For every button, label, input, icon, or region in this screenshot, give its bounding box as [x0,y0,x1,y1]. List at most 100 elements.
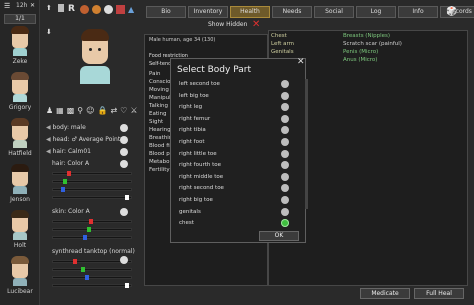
head-random-icon[interactable] [120,136,128,144]
slider-knob[interactable] [81,267,85,272]
dice-icon[interactable]: 🎲 [446,7,457,17]
basketball-icon[interactable] [92,5,101,14]
hair-blue-slider[interactable] [52,187,132,192]
colonist-portrait[interactable]: Holt [4,210,36,249]
mode-select[interactable]: 1/1 [4,14,36,24]
close-icon[interactable]: ✕ [297,57,305,67]
slider-knob[interactable] [85,275,89,280]
skin-random-icon[interactable] [120,208,128,216]
colonist-portrait[interactable]: Grigory [4,72,36,111]
user-icon[interactable]: ☺ [86,106,94,118]
body-part-option[interactable]: chest [179,220,194,226]
body-part-option[interactable]: right tibia [179,127,206,133]
pause-icon[interactable] [58,4,64,12]
person-icon[interactable]: ♟ [46,106,53,118]
tab-social[interactable]: Social [314,6,354,18]
slider-knob[interactable] [63,179,67,184]
scrollbar[interactable] [305,79,308,209]
body-part-option[interactable]: right leg [179,104,202,110]
skin-green-slider[interactable] [52,227,132,232]
radio-button[interactable] [281,138,289,146]
triangle-icon[interactable]: ▲ [128,5,134,14]
tab-inventory[interactable]: Inventory [188,6,228,18]
slider-knob[interactable] [89,219,93,224]
menu-icon[interactable]: ☰ [4,2,10,10]
body-part-option[interactable]: left big toe [179,93,209,99]
radio-button[interactable] [281,207,289,216]
full-heal-button[interactable]: Full Heal [414,288,464,299]
colonist-portrait[interactable]: Zeke [4,26,36,65]
show-hidden-label[interactable]: Show Hidden [208,21,247,28]
arrow-down-icon[interactable]: ⬇ [46,28,56,38]
skin-red-slider[interactable] [52,219,132,224]
medicate-button[interactable]: Medicate [360,288,410,299]
arrow-left-icon[interactable]: ◀ [46,136,51,143]
hediff-row[interactable]: Chest Breasts (Nipples) [271,33,467,41]
colonist-portrait[interactable]: Jenson [4,164,36,203]
ok-button[interactable]: OK [259,231,299,241]
body-random-icon[interactable] [120,124,128,132]
hair-red-slider[interactable] [52,171,132,176]
body-part-option[interactable]: right little toe [179,151,217,157]
radio-button[interactable] [281,103,289,112]
radio-button[interactable] [281,196,289,204]
body-part-option[interactable]: right middle toe [179,174,223,180]
tab-health[interactable]: Health [230,6,270,18]
slider-knob[interactable] [67,171,71,176]
hediff-row[interactable]: Left arm Scratch scar (painful) [271,41,467,49]
shirt-icon[interactable]: ▩ [67,106,75,118]
swap-icon[interactable]: ⇄ [110,106,117,118]
r-button[interactable]: R [68,4,75,14]
radio-button[interactable] [281,149,289,158]
radio-button[interactable] [281,219,289,228]
radio-button[interactable] [281,172,289,181]
tab-log[interactable]: Log [356,6,396,18]
grid-icon[interactable]: ▦ [56,106,64,118]
hair-alpha-slider[interactable] [52,195,132,200]
body-part-option[interactable]: left second toe [179,81,220,87]
slider-knob[interactable] [125,283,129,288]
radio-button[interactable] [281,114,289,123]
arrow-left-icon[interactable]: ◀ [46,124,51,131]
colonist-portrait[interactable]: Hatfield [4,118,36,157]
sword-icon[interactable]: ⚔ [130,106,137,118]
body-part-option[interactable]: genitals [179,209,201,215]
radio-button[interactable] [281,126,289,135]
slider-knob[interactable] [83,235,87,240]
close-red-icon[interactable]: ✕ [252,19,260,30]
hair-random-icon[interactable] [120,148,128,156]
body-part-option[interactable]: right second toe [179,185,224,191]
slider-knob[interactable] [61,187,65,192]
arrow-up-icon[interactable]: ⬆ [46,4,56,14]
flag-icon[interactable] [116,5,125,14]
hair-color-random-icon[interactable] [120,160,128,168]
apparel-alpha-slider[interactable] [52,283,132,288]
slider-knob[interactable] [87,227,91,232]
arrow-left-icon[interactable]: ◀ [46,148,51,155]
body-part-option[interactable]: right foot [179,139,205,145]
search-icon[interactable]: ⚲ [77,106,83,118]
apparel-blue-slider[interactable] [52,275,132,280]
close-icon[interactable]: ✕ [30,2,35,9]
body-part-option[interactable]: right big toe [179,197,213,203]
clock-icon[interactable] [104,5,113,14]
tab-bio[interactable]: Bio [146,6,186,18]
hair-green-slider[interactable] [52,179,132,184]
skin-blue-slider[interactable] [52,235,132,240]
body-part-option[interactable]: right fourth toe [179,162,221,168]
tab-info[interactable]: Info [398,6,438,18]
colonist-portrait[interactable]: Lucibear [4,256,36,295]
tab-needs[interactable]: Needs [272,6,312,18]
slider-knob[interactable] [73,259,77,264]
radio-button[interactable] [281,91,289,100]
body-part-option[interactable]: right femur [179,116,210,122]
apparel-green-slider[interactable] [52,267,132,272]
heart-icon[interactable]: ♡ [120,106,127,118]
radio-button[interactable] [281,80,289,88]
lock-icon[interactable]: 🔒 [98,106,108,118]
radio-button[interactable] [281,184,289,193]
hediff-row[interactable]: Genitals Penis (Micro) [271,49,467,57]
apparel-random-icon[interactable] [120,256,128,264]
ball-icon[interactable] [80,5,89,14]
slider-knob[interactable] [125,195,129,200]
